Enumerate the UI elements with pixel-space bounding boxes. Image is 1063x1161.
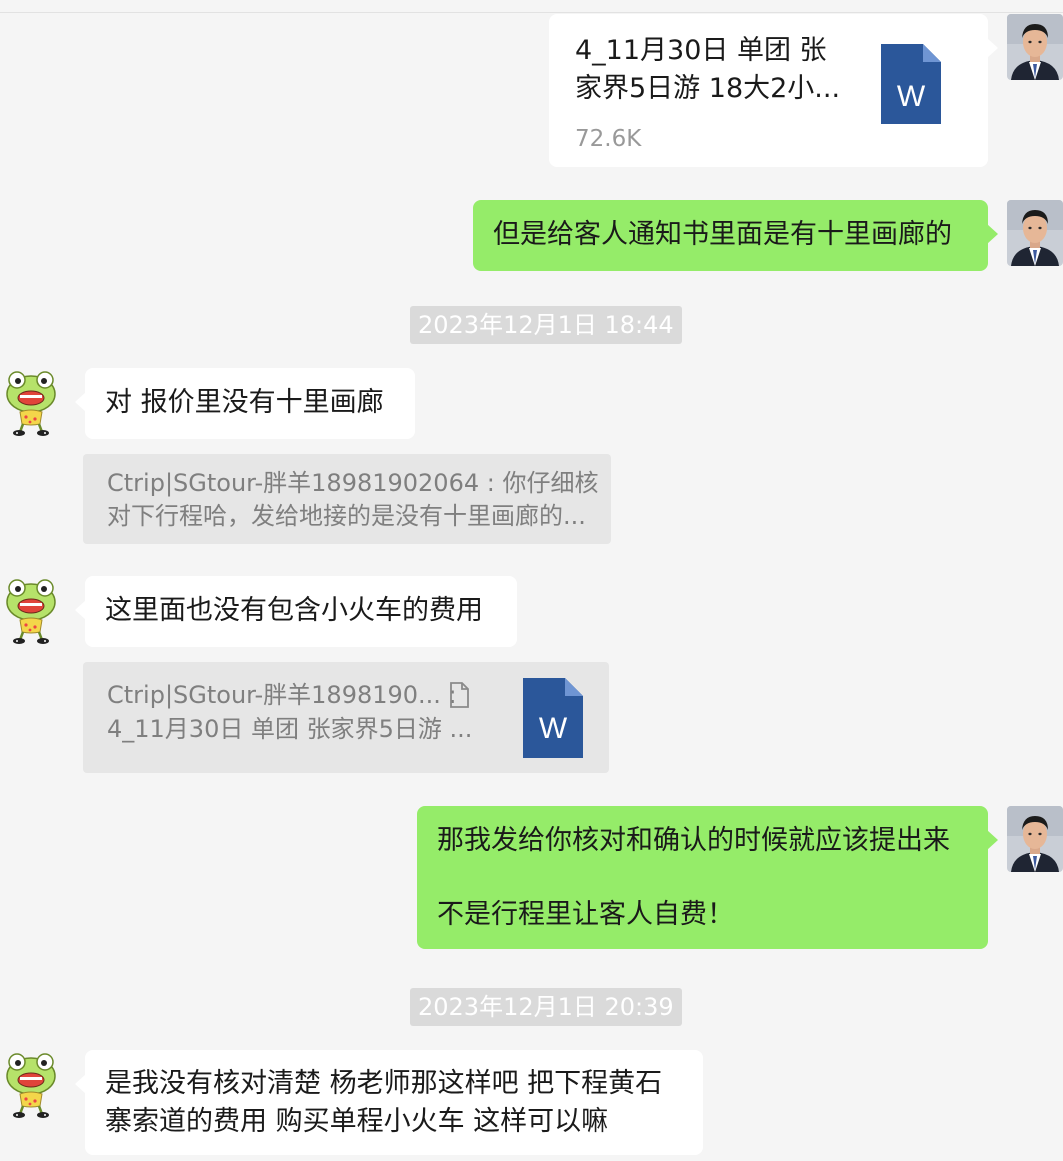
quote-line1: Ctrip|SGtour-胖羊1898190... : — [107, 681, 457, 709]
document-icon — [449, 682, 469, 717]
timestamp: 2023年12月1日 20:39 — [410, 988, 682, 1026]
received-message-bubble[interactable]: 对 报价里没有十里画廊 — [75, 368, 415, 439]
word-doc-icon: W — [523, 678, 583, 758]
sent-message-bubble[interactable]: 那我发给你核对和确认的时候就应该提出来 不是行程里让客人自费！ — [417, 806, 998, 949]
received-message-bubble[interactable]: 这里面也没有包含小火车的费用 — [75, 576, 517, 647]
message-text: 对 报价里没有十里画廊 — [105, 387, 384, 418]
contact-avatar[interactable] — [2, 1050, 60, 1120]
file-size: 72.6K — [575, 126, 642, 152]
word-doc-letter: W — [538, 712, 568, 745]
message-text-line2: 不是行程里让客人自费！ — [437, 899, 734, 930]
sent-message-bubble[interactable]: 但是给客人通知书里面是有十里画廊的 — [473, 200, 998, 271]
received-message-bubble[interactable]: 是我没有核对清楚 杨老师那这样吧 把下程黄石 寨索道的费用 购买单程小火车 这样… — [75, 1050, 703, 1155]
contact-avatar[interactable] — [2, 576, 60, 646]
message-text-line1: 是我没有核对清楚 杨老师那这样吧 把下程黄石 — [105, 1068, 663, 1099]
message-text: 这里面也没有包含小火车的费用 — [105, 595, 483, 626]
top-divider — [0, 12, 1063, 13]
message-text-line2: 寨索道的费用 购买单程小火车 这样可以嘛 — [105, 1106, 609, 1137]
quote-line2: 4_11月30日 单团 张家界5日游 ... — [107, 715, 473, 743]
file-name-line1: 4_11月30日 单团 张 — [575, 35, 827, 66]
quote-line2: 对下行程哈，发给地接的是没有十里画廊的... — [107, 502, 586, 530]
word-doc-icon: W — [881, 44, 941, 124]
timestamp: 2023年12月1日 18:44 — [410, 306, 682, 344]
message-text-line1: 那我发给你核对和确认的时候就应该提出来 — [437, 825, 950, 856]
my-avatar[interactable] — [1007, 200, 1063, 266]
my-avatar[interactable] — [1007, 14, 1063, 80]
contact-avatar[interactable] — [2, 368, 60, 438]
word-doc-letter: W — [896, 80, 926, 113]
file-name-line2: 家界5日游 18大2小... — [575, 73, 841, 104]
message-text: 但是给客人通知书里面是有十里画廊的 — [493, 219, 952, 250]
file-message-bubble[interactable]: 4_11月30日 单团 张 家界5日游 18大2小... 72.6K W — [549, 14, 998, 167]
quoted-file-message[interactable]: Ctrip|SGtour-胖羊1898190... : 4_11月30日 单团 … — [83, 662, 609, 773]
quoted-message[interactable]: Ctrip|SGtour-胖羊18981902064 : 你仔细核 对下行程哈，… — [83, 454, 611, 544]
quote-line1: Ctrip|SGtour-胖羊18981902064 : 你仔细核 — [107, 469, 599, 497]
my-avatar[interactable] — [1007, 806, 1063, 872]
